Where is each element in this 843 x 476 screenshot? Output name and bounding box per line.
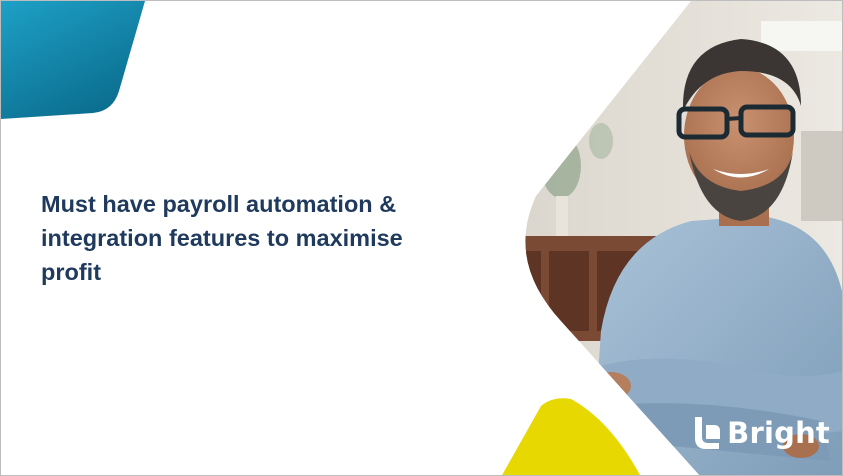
bright-logo: Bright: [692, 411, 830, 455]
logo-text: Bright: [727, 416, 830, 450]
title-line: profit: [41, 259, 102, 285]
yellow-accent-shape: [502, 398, 640, 475]
bright-b-mark-icon: [695, 417, 721, 449]
slide: Must have payroll automation & integrati…: [0, 0, 843, 476]
title-line: integration features to maximise: [41, 225, 403, 251]
slide-title: Must have payroll automation & integrati…: [41, 187, 491, 289]
title-line: Must have payroll automation &: [41, 191, 397, 217]
